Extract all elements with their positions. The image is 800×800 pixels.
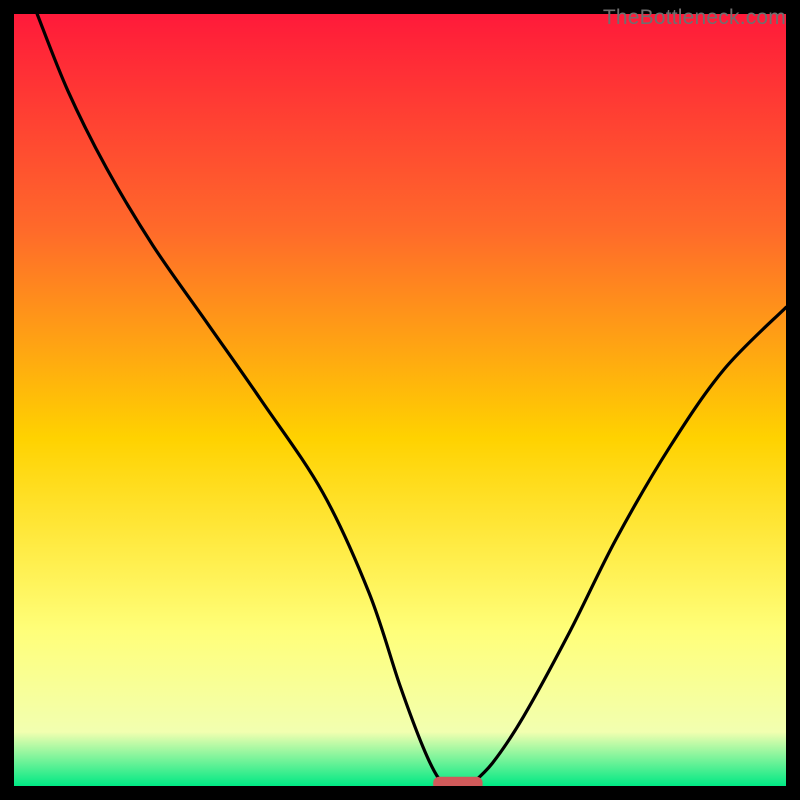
- bottleneck-chart: [14, 14, 786, 786]
- gradient-background: [14, 14, 786, 786]
- minimum-marker: [433, 777, 482, 786]
